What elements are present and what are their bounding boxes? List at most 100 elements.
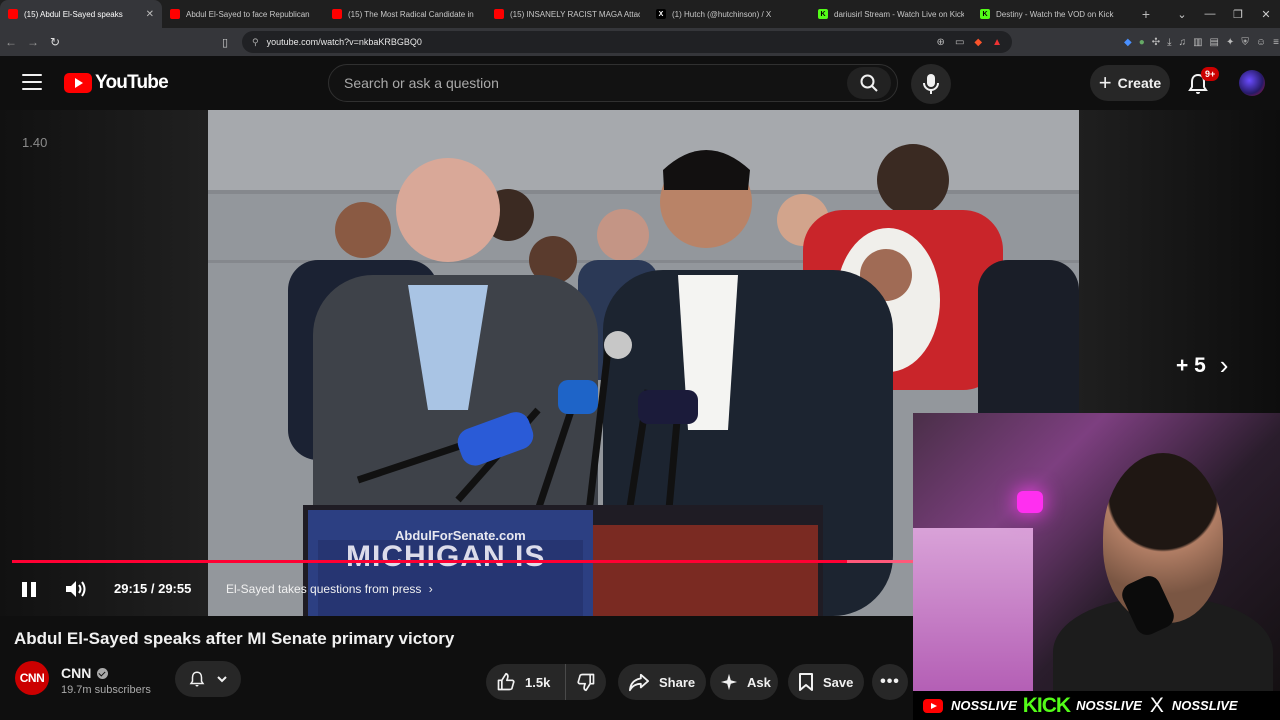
more-horizontal-icon: ••• [880,673,900,690]
restore-icon[interactable]: ❐ [1224,8,1252,21]
sparkle-icon [720,673,738,691]
bell-icon [189,671,205,687]
extension-icon[interactable]: ◆ [1124,37,1132,48]
puzzle-icon[interactable]: ✣ [1152,37,1160,48]
more-actions-button[interactable]: ••• [872,664,908,700]
ask-button[interactable]: Ask [710,664,778,700]
thumbs-down-icon [577,673,595,692]
wallet-icon[interactable]: ▤ [1210,37,1219,48]
chevron-down-icon[interactable]: ⌄ [1168,8,1196,21]
browser-tab-5[interactable]: K dariusirl Stream - Watch Live on Kick [810,0,972,28]
search-button[interactable] [847,67,891,99]
youtube-play-icon [64,73,92,93]
youtube-handle: NOSSLIVE [951,698,1017,713]
microphone-icon [923,74,939,94]
leo-icon[interactable]: ✦ [1226,37,1234,48]
playback-speed-indicator: 1.40 [22,135,48,150]
kick-icon: K [818,9,828,19]
forward-icon[interactable]: → [22,35,44,49]
youtube-header: YouTube Search or ask a question + Creat… [0,56,1280,110]
bookmark-icon [799,673,813,691]
address-bar-actions: ⊕ ▭ ◆ ▲ [937,37,1002,48]
tab-title: dariusirl Stream - Watch Live on Kick [834,9,964,19]
close-window-icon[interactable]: ✕ [1252,8,1280,21]
chevron-right-icon[interactable]: › [1220,350,1229,381]
more-videos-overlay[interactable]: + 5 › [1176,350,1228,381]
url-text: youtube.com/watch?v=nkbaKRBGBQ0 [266,37,422,47]
streamer-webcam-overlay [913,413,1280,691]
new-tab-icon[interactable]: + [1134,6,1158,22]
reload-icon[interactable]: ↻ [44,35,66,49]
youtube-icon [494,9,504,19]
x-handle: NOSSLIVE [1171,698,1238,713]
close-tab-icon[interactable]: ✕ [146,9,154,20]
extension-icon[interactable]: ● [1139,37,1145,48]
minimize-icon[interactable]: — [1196,8,1224,20]
save-button[interactable]: Save [788,664,864,700]
brave-shield-icon[interactable]: ◆ [974,37,982,48]
chapter-label: El-Sayed takes questions from press [226,582,422,596]
verified-icon [97,667,109,679]
browser-tab-bar: (15) Abdul El-Sayed speaks ✕ Abdul El-Sa… [0,0,1280,28]
tab-title: (1) Hutch (@hutchinson) / X [672,9,772,19]
chapter-button[interactable]: El-Sayed takes questions from press › [226,582,433,596]
vpn-icon[interactable]: ⛨ [1241,37,1249,48]
browser-tab-6[interactable]: K Destiny - Watch the VOD on Kick [972,0,1134,28]
profile-icon[interactable]: ☺ [1256,37,1266,48]
youtube-icon [332,9,342,19]
time-display: 29:15 / 29:55 [114,581,192,596]
webcam-lamp [1017,491,1043,513]
hamburger-menu-icon[interactable] [22,74,42,90]
download-icon[interactable]: ⤓ [1167,37,1171,48]
chevron-down-icon [217,676,227,683]
video-title: Abdul El-Sayed speaks after MI Senate pr… [14,629,455,648]
channel-avatar[interactable]: CNN [15,661,49,695]
progress-bar-played[interactable] [12,560,917,563]
site-info-icon[interactable]: ⚲ [252,37,259,48]
youtube-icon [8,9,18,19]
browser-tab-3[interactable]: (15) INSANELY RACIST MAGA Attac [486,0,648,28]
browser-tab-4[interactable]: X (1) Hutch (@hutchinson) / X [648,0,810,28]
menu-icon[interactable]: ≡ [1273,37,1279,48]
notification-preferences-button[interactable] [175,661,241,697]
ask-label: Ask [747,674,771,690]
youtube-logo[interactable]: YouTube [64,72,169,94]
cast-icon[interactable]: ▭ [955,37,964,48]
dislike-button[interactable] [566,672,606,692]
kick-handle: NOSSLIVE [1076,698,1142,713]
tab-title: (15) Abdul El-Sayed speaks [24,9,123,19]
sidebar-icon[interactable]: ▥ [1193,37,1202,48]
create-button[interactable]: + Create [1090,65,1170,101]
music-icon[interactable]: ♫ [1179,37,1187,48]
volume-icon[interactable] [64,579,88,599]
like-button[interactable]: 1.5k [486,664,566,700]
browser-tab-1[interactable]: Abdul El-Sayed to face Republican [162,0,324,28]
rewards-icon[interactable]: ▲ [992,37,1002,48]
tab-title: Destiny - Watch the VOD on Kick [996,9,1114,19]
webcam-wall [913,528,1033,691]
share-icon [629,673,649,692]
progress-bar-remaining[interactable] [847,560,917,563]
share-button[interactable]: Share [618,664,706,700]
search-input[interactable]: Search or ask a question [344,75,499,91]
like-count: 1.5k [525,674,551,690]
address-bar[interactable]: ⚲ youtube.com/watch?v=nkbaKRBGBQ0 ⊕ ▭ ◆ … [242,31,1012,53]
podium-headline-text: MICHIGAN IS [346,540,546,573]
pause-button[interactable] [20,580,38,598]
channel-name[interactable]: CNN [61,665,91,681]
browser-tab-0[interactable]: (15) Abdul El-Sayed speaks ✕ [0,0,162,28]
pause-icon [22,582,27,597]
like-dislike-group: 1.5k [486,664,606,700]
youtube-icon [170,9,180,19]
back-icon[interactable]: ← [0,35,22,49]
user-avatar[interactable] [1239,70,1265,96]
zoom-icon[interactable]: ⊕ [937,37,945,48]
bookmark-icon[interactable]: ▯ [216,36,234,49]
search-box[interactable]: Search or ask a question [328,64,898,102]
save-label: Save [823,674,854,690]
stream-handles-bar: NOSSLIVE KICK NOSSLIVE X NOSSLIVE [913,691,1280,720]
voice-search-button[interactable] [911,64,951,104]
tab-title: (15) INSANELY RACIST MAGA Attac [510,9,640,19]
browser-tab-2[interactable]: (15) The Most Radical Candidate in [324,0,486,28]
channel-name-row[interactable]: CNN [61,665,109,681]
